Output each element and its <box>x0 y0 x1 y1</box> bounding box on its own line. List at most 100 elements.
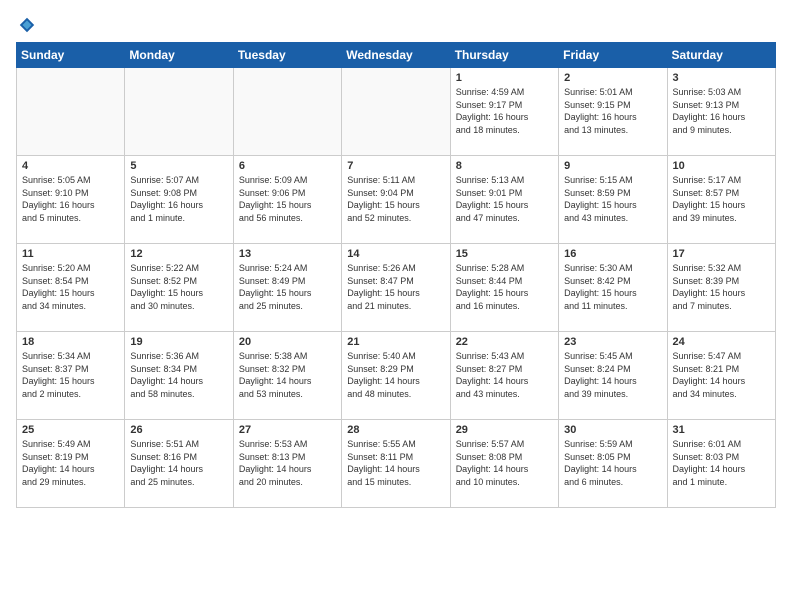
day-info: Sunrise: 5:45 AM Sunset: 8:24 PM Dayligh… <box>564 350 661 400</box>
calendar-cell: 1Sunrise: 4:59 AM Sunset: 9:17 PM Daylig… <box>450 68 558 156</box>
day-number: 7 <box>347 160 444 172</box>
weekday-header: Tuesday <box>233 43 341 68</box>
day-info: Sunrise: 5:22 AM Sunset: 8:52 PM Dayligh… <box>130 262 227 312</box>
calendar-cell: 16 Sunrise: 5:30 AM Sunset: 8:42 PM Dayli… <box>559 244 667 332</box>
calendar-week-row: 4 Sunrise: 5:05 AM Sunset: 9:10 PM Daylig… <box>17 156 776 244</box>
weekday-header: Sunday <box>17 43 125 68</box>
calendar-cell: 4 Sunrise: 5:05 AM Sunset: 9:10 PM Daylig… <box>17 156 125 244</box>
header-row: SundayMondayTuesdayWednesdayThursdayFrid… <box>17 43 776 68</box>
day-number: 28 <box>347 424 444 436</box>
day-info: Sunrise: 5:53 AM Sunset: 8:13 PM Dayligh… <box>239 438 336 488</box>
day-info: Sunrise: 5:15 AM Sunset: 8:59 PM Dayligh… <box>564 174 661 224</box>
day-info: Sunrise: 5:24 AM Sunset: 8:49 PM Dayligh… <box>239 262 336 312</box>
calendar-cell: 8 Sunrise: 5:13 AM Sunset: 9:01 PM Daylig… <box>450 156 558 244</box>
day-info: Sunrise: 5:38 AM Sunset: 8:32 PM Dayligh… <box>239 350 336 400</box>
calendar-cell <box>342 68 450 156</box>
day-info: Sunrise: 5:28 AM Sunset: 8:44 PM Dayligh… <box>456 262 553 312</box>
calendar-cell: 12 Sunrise: 5:22 AM Sunset: 8:52 PM Dayli… <box>125 244 233 332</box>
day-number: 16 <box>564 248 661 260</box>
calendar-cell: 6 Sunrise: 5:09 AM Sunset: 9:06 PM Daylig… <box>233 156 341 244</box>
day-number: 10 <box>673 160 770 172</box>
day-info: Sunrise: 5:49 AM Sunset: 8:19 PM Dayligh… <box>22 438 119 488</box>
calendar-cell: 28 Sunrise: 5:55 AM Sunset: 8:11 PM Dayli… <box>342 420 450 508</box>
calendar-cell: 7Sunrise: 5:11 AM Sunset: 9:04 PM Daylig… <box>342 156 450 244</box>
weekday-header: Friday <box>559 43 667 68</box>
day-number: 26 <box>130 424 227 436</box>
day-number: 8 <box>456 160 553 172</box>
day-number: 3 <box>673 72 770 84</box>
calendar-cell: 21 Sunrise: 5:40 AM Sunset: 8:29 PM Dayli… <box>342 332 450 420</box>
calendar-cell: 15 Sunrise: 5:28 AM Sunset: 8:44 PM Dayli… <box>450 244 558 332</box>
logo-icon <box>18 16 36 34</box>
calendar-cell: 13 Sunrise: 5:24 AM Sunset: 8:49 PM Dayli… <box>233 244 341 332</box>
day-info: Sunrise: 5:05 AM Sunset: 9:10 PM Dayligh… <box>22 174 119 224</box>
day-number: 12 <box>130 248 227 260</box>
day-number: 14 <box>347 248 444 260</box>
calendar-cell: 22Sunrise: 5:43 AM Sunset: 8:27 PM Dayli… <box>450 332 558 420</box>
calendar-cell: 25 Sunrise: 5:49 AM Sunset: 8:19 PM Dayli… <box>17 420 125 508</box>
calendar-cell: 24 Sunrise: 5:47 AM Sunset: 8:21 PM Dayli… <box>667 332 775 420</box>
calendar-week-row: 1Sunrise: 4:59 AM Sunset: 9:17 PM Daylig… <box>17 68 776 156</box>
calendar-cell: 27 Sunrise: 5:53 AM Sunset: 8:13 PM Dayli… <box>233 420 341 508</box>
day-info: Sunrise: 5:59 AM Sunset: 8:05 PM Dayligh… <box>564 438 661 488</box>
day-number: 15 <box>456 248 553 260</box>
day-info: Sunrise: 5:47 AM Sunset: 8:21 PM Dayligh… <box>673 350 770 400</box>
day-number: 25 <box>22 424 119 436</box>
day-number: 17 <box>673 248 770 260</box>
day-number: 30 <box>564 424 661 436</box>
day-info: Sunrise: 5:03 AM Sunset: 9:13 PM Dayligh… <box>673 86 770 136</box>
day-info: Sunrise: 5:17 AM Sunset: 8:57 PM Dayligh… <box>673 174 770 224</box>
calendar-cell: 10 Sunrise: 5:17 AM Sunset: 8:57 PM Dayli… <box>667 156 775 244</box>
day-number: 13 <box>239 248 336 260</box>
day-info: Sunrise: 5:57 AM Sunset: 8:08 PM Dayligh… <box>456 438 553 488</box>
calendar-cell: 23 Sunrise: 5:45 AM Sunset: 8:24 PM Dayli… <box>559 332 667 420</box>
weekday-header: Saturday <box>667 43 775 68</box>
calendar-cell: 20 Sunrise: 5:38 AM Sunset: 8:32 PM Dayli… <box>233 332 341 420</box>
day-number: 11 <box>22 248 119 260</box>
day-info: Sunrise: 5:32 AM Sunset: 8:39 PM Dayligh… <box>673 262 770 312</box>
day-info: Sunrise: 5:36 AM Sunset: 8:34 PM Dayligh… <box>130 350 227 400</box>
day-info: Sunrise: 5:55 AM Sunset: 8:11 PM Dayligh… <box>347 438 444 488</box>
calendar-cell: 14Sunrise: 5:26 AM Sunset: 8:47 PM Dayli… <box>342 244 450 332</box>
day-number: 19 <box>130 336 227 348</box>
weekday-header: Monday <box>125 43 233 68</box>
day-info: Sunrise: 5:30 AM Sunset: 8:42 PM Dayligh… <box>564 262 661 312</box>
day-number: 9 <box>564 160 661 172</box>
calendar-cell: 9 Sunrise: 5:15 AM Sunset: 8:59 PM Daylig… <box>559 156 667 244</box>
calendar-cell: 29 Sunrise: 5:57 AM Sunset: 8:08 PM Dayli… <box>450 420 558 508</box>
calendar-cell: 31 Sunrise: 6:01 AM Sunset: 8:03 PM Dayli… <box>667 420 775 508</box>
calendar-cell: 11 Sunrise: 5:20 AM Sunset: 8:54 PM Dayli… <box>17 244 125 332</box>
day-info: Sunrise: 5:34 AM Sunset: 8:37 PM Dayligh… <box>22 350 119 400</box>
day-number: 21 <box>347 336 444 348</box>
day-info: Sunrise: 5:13 AM Sunset: 9:01 PM Dayligh… <box>456 174 553 224</box>
calendar-cell: 18 Sunrise: 5:34 AM Sunset: 8:37 PM Dayli… <box>17 332 125 420</box>
logo <box>16 16 36 34</box>
calendar-cell: 26 Sunrise: 5:51 AM Sunset: 8:16 PM Dayli… <box>125 420 233 508</box>
day-number: 5 <box>130 160 227 172</box>
calendar-table: SundayMondayTuesdayWednesdayThursdayFrid… <box>16 42 776 508</box>
day-info: Sunrise: 5:20 AM Sunset: 8:54 PM Dayligh… <box>22 262 119 312</box>
day-number: 23 <box>564 336 661 348</box>
day-number: 20 <box>239 336 336 348</box>
day-info: Sunrise: 5:40 AM Sunset: 8:29 PM Dayligh… <box>347 350 444 400</box>
header <box>16 16 776 34</box>
day-info: Sunrise: 5:51 AM Sunset: 8:16 PM Dayligh… <box>130 438 227 488</box>
calendar-cell <box>233 68 341 156</box>
calendar-week-row: 25 Sunrise: 5:49 AM Sunset: 8:19 PM Dayli… <box>17 420 776 508</box>
calendar-cell: 30 Sunrise: 5:59 AM Sunset: 8:05 PM Dayli… <box>559 420 667 508</box>
day-info: Sunrise: 6:01 AM Sunset: 8:03 PM Dayligh… <box>673 438 770 488</box>
day-number: 27 <box>239 424 336 436</box>
day-number: 24 <box>673 336 770 348</box>
day-number: 2 <box>564 72 661 84</box>
calendar-cell: 19 Sunrise: 5:36 AM Sunset: 8:34 PM Dayli… <box>125 332 233 420</box>
day-number: 1 <box>456 72 553 84</box>
calendar-cell <box>17 68 125 156</box>
day-number: 6 <box>239 160 336 172</box>
day-number: 18 <box>22 336 119 348</box>
day-number: 4 <box>22 160 119 172</box>
day-info: Sunrise: 5:09 AM Sunset: 9:06 PM Dayligh… <box>239 174 336 224</box>
calendar-week-row: 11 Sunrise: 5:20 AM Sunset: 8:54 PM Dayli… <box>17 244 776 332</box>
day-number: 29 <box>456 424 553 436</box>
day-number: 31 <box>673 424 770 436</box>
day-info: Sunrise: 5:07 AM Sunset: 9:08 PM Dayligh… <box>130 174 227 224</box>
